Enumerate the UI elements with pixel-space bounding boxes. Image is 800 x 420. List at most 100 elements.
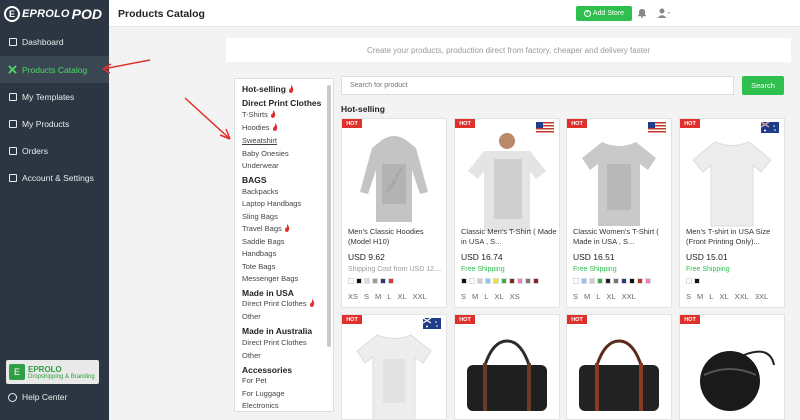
category-item-travel-bags[interactable]: Travel Bags xyxy=(242,224,330,233)
category-accessories[interactable]: Accessories xyxy=(242,365,330,375)
category-item-electronics[interactable]: Electronics xyxy=(242,401,330,410)
sidebar-item-account-settings[interactable]: Account & Settings xyxy=(0,164,109,191)
section-title: Hot-selling xyxy=(341,104,385,114)
color-swatch[interactable] xyxy=(597,278,603,284)
color-swatches xyxy=(461,278,539,284)
color-swatch[interactable] xyxy=(694,278,700,284)
color-swatch[interactable] xyxy=(517,278,523,284)
sidebar-nav: Dashboard Products Catalog My Templates … xyxy=(0,28,109,191)
color-swatch[interactable] xyxy=(533,278,539,284)
color-swatch[interactable] xyxy=(621,278,627,284)
category-item-for-luggage[interactable]: For Luggage xyxy=(242,389,330,398)
category-item-aus-other[interactable]: Other xyxy=(242,351,330,360)
color-swatch[interactable] xyxy=(509,278,515,284)
category-item-sling-bags[interactable]: Sling Bags xyxy=(242,212,330,221)
color-swatch[interactable] xyxy=(629,278,635,284)
product-card[interactable]: HOT xyxy=(679,314,785,420)
color-swatch[interactable] xyxy=(501,278,507,284)
product-card[interactable]: HOT Men's T-shirt in USA Size (Front Pri… xyxy=(679,118,785,308)
search-input[interactable] xyxy=(341,76,734,95)
color-swatch[interactable] xyxy=(573,278,579,284)
color-swatch[interactable] xyxy=(581,278,587,284)
category-item-handbags[interactable]: Handbags xyxy=(242,249,330,258)
size-list: S M L XL XXL xyxy=(573,292,636,301)
color-swatch[interactable] xyxy=(686,278,692,284)
bell-icon[interactable] xyxy=(637,8,647,18)
sidebar-item-my-templates[interactable]: My Templates xyxy=(0,83,109,110)
logo[interactable]: E EPROLO POD xyxy=(0,0,109,27)
color-swatch[interactable] xyxy=(461,278,467,284)
color-swatch[interactable] xyxy=(388,278,394,284)
sidebar-item-my-products[interactable]: My Products xyxy=(0,110,109,137)
color-swatch[interactable] xyxy=(364,278,370,284)
product-price: USD 15.01 xyxy=(686,252,728,262)
category-item-sweatshirt[interactable]: Sweatshirt xyxy=(242,136,330,145)
product-card[interactable]: HOT xyxy=(341,314,447,420)
category-item-saddle-bags[interactable]: Saddle Bags xyxy=(242,237,330,246)
color-swatch[interactable] xyxy=(493,278,499,284)
search-button[interactable]: Search xyxy=(742,76,784,95)
brand-logo-icon: E xyxy=(9,364,25,380)
product-card[interactable]: HOT xyxy=(566,314,672,420)
category-made-in-usa[interactable]: Made in USA xyxy=(242,288,330,298)
category-item-aus-direct-print[interactable]: Direct Print Clothes xyxy=(242,338,330,347)
category-bags[interactable]: BAGS xyxy=(242,175,330,185)
help-center-label: Help Center xyxy=(22,392,68,402)
color-swatch[interactable] xyxy=(645,278,651,284)
color-swatch[interactable] xyxy=(485,278,491,284)
color-swatch[interactable] xyxy=(589,278,595,284)
size-option: XXL xyxy=(412,292,427,301)
sidebar-item-products-catalog[interactable]: Products Catalog xyxy=(0,56,109,83)
color-swatches xyxy=(686,278,700,284)
product-card[interactable]: HOT xyxy=(454,314,560,420)
sidebar-item-dashboard[interactable]: Dashboard xyxy=(0,28,109,56)
size-option: XL xyxy=(397,292,407,301)
size-option: XL xyxy=(719,292,729,301)
product-card[interactable]: HOT Classic Women's T-Shirt ( Made in US… xyxy=(566,118,672,308)
product-price: USD 16.74 xyxy=(461,252,503,262)
category-item-t-shirts[interactable]: T-Shirts xyxy=(242,110,330,119)
hot-badge: HOT xyxy=(455,315,475,324)
category-item-backpacks[interactable]: Backpacks xyxy=(242,187,330,196)
color-swatch[interactable] xyxy=(469,278,475,284)
product-card[interactable]: HOT Classic Men's T-Shirt ( Made in USA … xyxy=(454,118,560,308)
size-list: S M L XL XS xyxy=(461,292,520,301)
color-swatch[interactable] xyxy=(525,278,531,284)
category-item-baby-onesies[interactable]: Baby Onesies xyxy=(242,149,330,158)
color-swatch[interactable] xyxy=(637,278,643,284)
help-center-link[interactable]: Help Center xyxy=(8,392,67,402)
color-swatch[interactable] xyxy=(372,278,378,284)
category-item-usa-direct-print[interactable]: Direct Print Clothes xyxy=(242,299,330,308)
category-item-messenger-bags[interactable]: Messenger Bags xyxy=(242,274,330,283)
category-direct-print-clothes[interactable]: Direct Print Clothes xyxy=(242,98,330,108)
category-hot-selling[interactable]: Hot-selling xyxy=(242,84,330,94)
sidebar-item-label: Dashboard xyxy=(22,37,64,47)
color-swatch[interactable] xyxy=(605,278,611,284)
color-swatch[interactable] xyxy=(348,278,354,284)
color-swatch[interactable] xyxy=(477,278,483,284)
logo-word-pod: POD xyxy=(71,5,102,22)
category-item-tote-bags[interactable]: Tote Bags xyxy=(242,262,330,271)
category-item-label: Direct Print Clothes xyxy=(242,299,307,308)
add-store-button[interactable]: + Add Store xyxy=(576,6,632,21)
size-option: S xyxy=(461,292,467,301)
category-item-underwear[interactable]: Underwear xyxy=(242,161,330,170)
category-made-in-australia[interactable]: Made in Australia xyxy=(242,326,330,336)
color-swatches xyxy=(573,278,651,284)
category-scrollbar[interactable] xyxy=(327,85,331,347)
user-avatar-icon[interactable] xyxy=(657,8,671,18)
color-swatch[interactable] xyxy=(613,278,619,284)
brand-card[interactable]: E EPROLO Dropshipping & Branding xyxy=(6,360,99,384)
size-option: XXL xyxy=(621,292,636,301)
category-item-for-pet[interactable]: For Pet xyxy=(242,376,330,385)
sidebar-item-orders[interactable]: Orders xyxy=(0,137,109,164)
size-option: S xyxy=(573,292,579,301)
product-card[interactable]: HOT Design Area Men's Classic Hoodies (M… xyxy=(341,118,447,308)
category-item-usa-other[interactable]: Other xyxy=(242,312,330,321)
color-swatch[interactable] xyxy=(380,278,386,284)
sidebar-item-label: Orders xyxy=(22,145,48,156)
product-price: USD 16.51 xyxy=(573,252,615,262)
category-item-hoodies[interactable]: Hoodies xyxy=(242,123,330,132)
color-swatch[interactable] xyxy=(356,278,362,284)
category-item-laptop-handbags[interactable]: Laptop Handbags xyxy=(242,199,330,208)
